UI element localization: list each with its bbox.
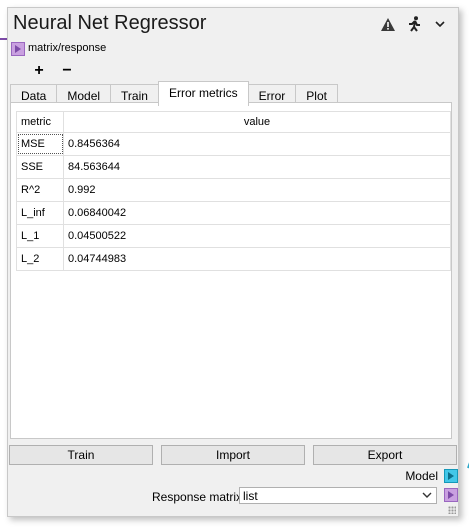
table-row[interactable]: L_1 0.04500522	[17, 225, 450, 248]
model-output-port[interactable]	[444, 469, 458, 483]
header-value[interactable]: value	[64, 112, 450, 132]
input-port[interactable]	[11, 42, 25, 56]
metric-cell[interactable]: SSE	[17, 156, 64, 178]
metric-cell[interactable]: L_inf	[17, 202, 64, 224]
header-metric[interactable]: metric	[17, 112, 64, 132]
select-value: list	[243, 488, 258, 503]
response-input-port[interactable]	[444, 488, 458, 502]
resize-grip-icon[interactable]	[448, 506, 456, 514]
train-button[interactable]: Train	[9, 445, 153, 465]
metric-cell[interactable]: L_1	[17, 225, 64, 247]
input-port-label: matrix/response	[28, 42, 107, 54]
running-man-icon[interactable]	[406, 16, 422, 32]
chevron-down-icon[interactable]	[432, 16, 448, 32]
title-icons	[380, 16, 448, 32]
value-cell[interactable]: 0.06840042	[64, 202, 450, 224]
value-cell[interactable]: 84.563644	[64, 156, 450, 178]
model-output-label: Model	[405, 469, 438, 483]
add-button[interactable]: +	[31, 62, 47, 80]
response-matrix-label: Response matrix	[152, 490, 243, 504]
table-row[interactable]: L_2 0.04744983	[17, 248, 450, 271]
tab-error-metrics[interactable]: Error metrics	[157, 81, 249, 106]
error-metrics-panel: metric value MSE 0.8456364 SSE 84.563644…	[10, 102, 452, 439]
table-header: metric value	[17, 112, 450, 133]
metric-cell[interactable]: R^2	[17, 179, 64, 201]
table-row[interactable]: L_inf 0.06840042	[17, 202, 450, 225]
value-cell[interactable]: 0.992	[64, 179, 450, 201]
warning-icon[interactable]	[380, 16, 396, 32]
metric-cell[interactable]: MSE	[17, 133, 64, 155]
table-row[interactable]: SSE 84.563644	[17, 156, 450, 179]
node-panel: Neural Net Regressor matrix/response + −…	[7, 7, 459, 517]
value-cell[interactable]: 0.04744983	[64, 248, 450, 270]
import-button[interactable]: Import	[161, 445, 305, 465]
table-row[interactable]: R^2 0.992	[17, 179, 450, 202]
chevron-down-icon	[422, 488, 432, 505]
response-matrix-select[interactable]: list	[239, 487, 437, 504]
node-title: Neural Net Regressor	[13, 12, 207, 34]
metric-cell[interactable]: L_2	[17, 248, 64, 270]
metrics-table: metric value MSE 0.8456364 SSE 84.563644…	[16, 111, 451, 271]
remove-button[interactable]: −	[59, 62, 75, 80]
value-cell[interactable]: 0.04500522	[64, 225, 450, 247]
value-cell[interactable]: 0.8456364	[64, 133, 450, 155]
table-row[interactable]: MSE 0.8456364	[17, 133, 450, 156]
export-button[interactable]: Export	[313, 445, 457, 465]
